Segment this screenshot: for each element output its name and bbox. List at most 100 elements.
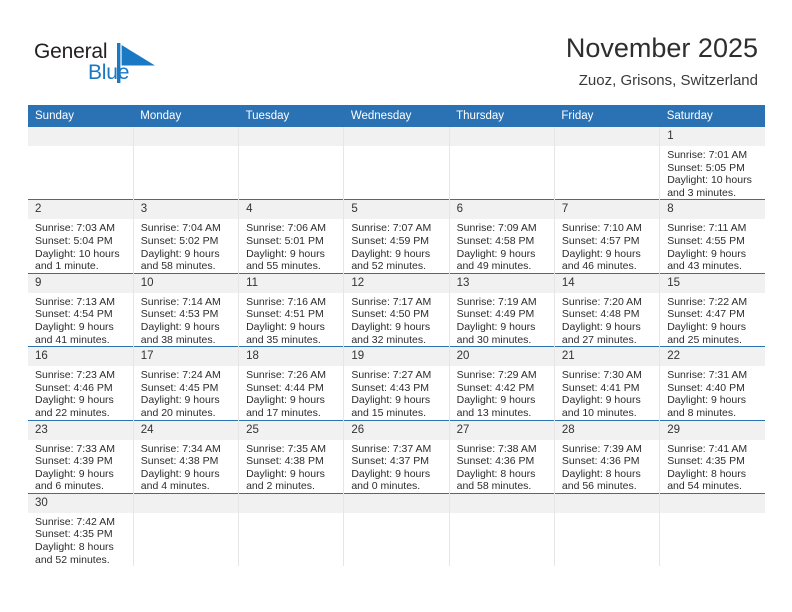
sunset-text: Sunset: 4:48 PM [561,308,640,321]
daylight-text-line2: and 20 minutes. [140,406,216,419]
weekday-header-sunday: Sunday [28,105,134,127]
day-sun-info: Sunrise: 7:11 AM Sunset: 4:55 PM Daylight:… [660,219,765,272]
calendar-day-cell[interactable]: 15 Sunrise: 7:22 AM Sunset: 4:47 PM Dayligh… [659,272,765,347]
calendar-day-cell[interactable]: 17 Sunrise: 7:24 AM Sunset: 4:45 PM Dayligh… [132,346,239,420]
calendar-cell-empty [28,127,134,200]
daylight-text-line2: and 54 minutes. [667,480,742,493]
sunset-text: Sunset: 4:42 PM [456,381,535,394]
day-number: 14 [554,273,660,293]
day-number: 15 [660,273,765,293]
daylight-text-line2: and 17 minutes. [246,406,321,419]
calendar-day-cell[interactable]: 10 Sunrise: 7:14 AM Sunset: 4:53 PM Dayligh… [132,272,239,347]
day-sun-info: Sunrise: 7:31 AM Sunset: 4:40 PM Daylight:… [660,366,765,419]
calendar-day-cell[interactable]: 13 Sunrise: 7:19 AM Sunset: 4:49 PM Dayligh… [448,272,555,347]
day-number: 18 [239,347,344,367]
daylight-text-line1: Daylight: 9 hours [351,320,431,333]
calendar-grid: Sunday Monday Tuesday Wednesday Thursday… [28,105,765,567]
day-sun-info: Sunrise: 7:03 AM Sunset: 5:04 PM Daylight:… [28,219,133,272]
calendar-day-cell[interactable]: 16 Sunrise: 7:23 AM Sunset: 4:46 PM Dayligh… [28,346,134,420]
daylight-text-line1: Daylight: 9 hours [351,247,431,260]
sunset-text: Sunset: 4:37 PM [351,455,429,468]
day-number [344,127,449,146]
calendar-day-cell[interactable]: 18 Sunrise: 7:26 AM Sunset: 4:44 PM Dayligh… [238,346,344,420]
calendar-week-row: 1 Sunrise: 7:01 AM Sunset: 5:05 PM Daylight… [28,127,765,200]
day-number [239,127,344,146]
sunset-text: Sunset: 5:05 PM [667,161,745,174]
calendar-day-cell[interactable]: 7 Sunrise: 7:10 AM Sunset: 4:57 PM Daylight… [553,199,660,274]
calendar-cell-empty [238,127,344,200]
calendar-day-cell[interactable]: 24 Sunrise: 7:34 AM Sunset: 4:38 PM Dayligh… [132,419,239,494]
sunrise-text: Sunrise: 7:14 AM [140,295,221,308]
daylight-text-line2: and 4 minutes. [140,480,210,493]
calendar-day-cell[interactable]: 20 Sunrise: 7:29 AM Sunset: 4:42 PM Dayligh… [448,346,555,420]
daylight-text-line2: and 49 minutes. [456,260,532,273]
general-blue-logo: General Blue [34,40,194,92]
calendar-day-cell[interactable]: 22 Sunrise: 7:31 AM Sunset: 4:40 PM Dayligh… [659,346,765,420]
calendar-week-row: 30 Sunrise: 7:42 AM Sunset: 4:35 PM Dayligh… [28,492,765,567]
calendar-day-cell[interactable]: 9 Sunrise: 7:13 AM Sunset: 4:54 PM Daylight… [28,272,134,347]
day-sun-info: Sunrise: 7:06 AM Sunset: 5:01 PM Daylight:… [239,219,343,272]
weekday-header-monday: Monday [133,105,239,127]
day-sun-info: Sunrise: 7:14 AM Sunset: 4:53 PM Daylight:… [134,293,238,346]
day-number: 24 [133,420,239,440]
page-subtitle: Zuoz, Grisons, Switzerland [578,72,758,89]
day-sun-info: Sunrise: 7:42 AM Sunset: 4:35 PM Daylight:… [28,513,133,566]
day-sun-info: Sunrise: 7:27 AM Sunset: 4:43 PM Daylight:… [344,366,448,419]
calendar-day-cell[interactable]: 21 Sunrise: 7:30 AM Sunset: 4:41 PM Dayligh… [553,346,660,420]
calendar-day-cell[interactable]: 8 Sunrise: 7:11 AM Sunset: 4:55 PM Daylight… [659,199,765,274]
daylight-text-line1: Daylight: 10 hours [35,247,120,260]
sunset-text: Sunset: 4:39 PM [35,455,113,468]
daylight-text-line1: Daylight: 9 hours [140,247,220,260]
daylight-text-line2: and 41 minutes. [35,333,110,346]
calendar-day-cell[interactable]: 6 Sunrise: 7:09 AM Sunset: 4:58 PM Daylight… [448,199,555,274]
day-sun-info: Sunrise: 7:13 AM Sunset: 4:54 PM Daylight:… [28,293,133,346]
sunrise-text: Sunrise: 7:06 AM [246,222,327,235]
day-sun-info: Sunrise: 7:17 AM Sunset: 4:50 PM Daylight:… [344,293,448,346]
weekday-header-saturday: Saturday [659,105,765,127]
calendar-day-cell[interactable]: 30 Sunrise: 7:42 AM Sunset: 4:35 PM Dayligh… [28,492,134,567]
day-number [344,493,449,513]
daylight-text-line1: Daylight: 9 hours [246,320,325,333]
calendar-day-cell[interactable]: 19 Sunrise: 7:27 AM Sunset: 4:43 PM Dayligh… [343,346,450,420]
sunrise-text: Sunrise: 7:27 AM [351,369,432,382]
day-sun-info: Sunrise: 7:01 AM Sunset: 5:05 PM Daylight:… [660,146,765,199]
daylight-text-line1: Daylight: 8 hours [35,541,114,554]
calendar-day-cell[interactable]: 1 Sunrise: 7:01 AM Sunset: 5:05 PM Daylight… [659,127,765,200]
calendar-day-cell[interactable]: 29 Sunrise: 7:41 AM Sunset: 4:35 PM Dayligh… [659,419,765,494]
calendar-day-cell[interactable]: 25 Sunrise: 7:35 AM Sunset: 4:38 PM Dayligh… [238,419,344,494]
daylight-text-line1: Daylight: 9 hours [456,394,536,407]
sunrise-text: Sunrise: 7:26 AM [246,369,327,382]
sunrise-text: Sunrise: 7:34 AM [140,442,221,455]
calendar-day-cell[interactable]: 2 Sunrise: 7:03 AM Sunset: 5:04 PM Daylight… [28,199,134,274]
daylight-text-line1: Daylight: 8 hours [561,467,641,480]
calendar-day-cell[interactable]: 23 Sunrise: 7:33 AM Sunset: 4:39 PM Dayligh… [28,419,134,494]
day-number: 6 [449,200,554,220]
calendar-day-cell[interactable]: 4 Sunrise: 7:06 AM Sunset: 5:01 PM Daylight… [238,199,344,274]
weekday-header-friday: Friday [554,105,660,127]
calendar-day-cell[interactable]: 3 Sunrise: 7:04 AM Sunset: 5:02 PM Daylight… [132,199,239,274]
title-block: November 2025 Zuoz, Grisons, Switzerland [566,32,758,91]
weekday-header-wednesday: Wednesday [343,105,450,127]
daylight-text-line2: and 27 minutes. [561,333,637,346]
calendar-day-cell[interactable]: 12 Sunrise: 7:17 AM Sunset: 4:50 PM Dayligh… [343,272,450,347]
day-sun-info: Sunrise: 7:24 AM Sunset: 4:45 PM Daylight:… [134,366,238,419]
day-sun-info: Sunrise: 7:09 AM Sunset: 4:58 PM Daylight:… [450,219,554,272]
sunrise-text: Sunrise: 7:01 AM [667,149,748,161]
day-number [28,127,133,146]
calendar-day-cell[interactable]: 14 Sunrise: 7:20 AM Sunset: 4:48 PM Dayligh… [553,272,660,347]
calendar-cell-empty [238,492,344,567]
sunset-text: Sunset: 4:57 PM [561,234,640,247]
calendar-day-cell[interactable]: 27 Sunrise: 7:38 AM Sunset: 4:36 PM Dayligh… [448,419,555,494]
day-number: 2 [28,200,133,220]
day-number: 20 [449,347,554,367]
calendar-day-cell[interactable]: 11 Sunrise: 7:16 AM Sunset: 4:51 PM Dayligh… [238,272,344,347]
sunset-text: Sunset: 4:45 PM [140,381,219,394]
calendar-day-cell[interactable]: 26 Sunrise: 7:37 AM Sunset: 4:37 PM Dayligh… [343,419,450,494]
calendar-day-cell[interactable]: 5 Sunrise: 7:07 AM Sunset: 4:59 PM Daylight… [343,199,450,274]
sunset-text: Sunset: 4:38 PM [140,455,219,468]
calendar-day-cell[interactable]: 28 Sunrise: 7:39 AM Sunset: 4:36 PM Dayligh… [553,419,660,494]
logo-text-blue: Blue [88,61,130,84]
day-sun-info: Sunrise: 7:10 AM Sunset: 4:57 PM Daylight:… [555,219,659,272]
day-number: 12 [344,273,449,293]
sunrise-text: Sunrise: 7:38 AM [456,442,537,455]
